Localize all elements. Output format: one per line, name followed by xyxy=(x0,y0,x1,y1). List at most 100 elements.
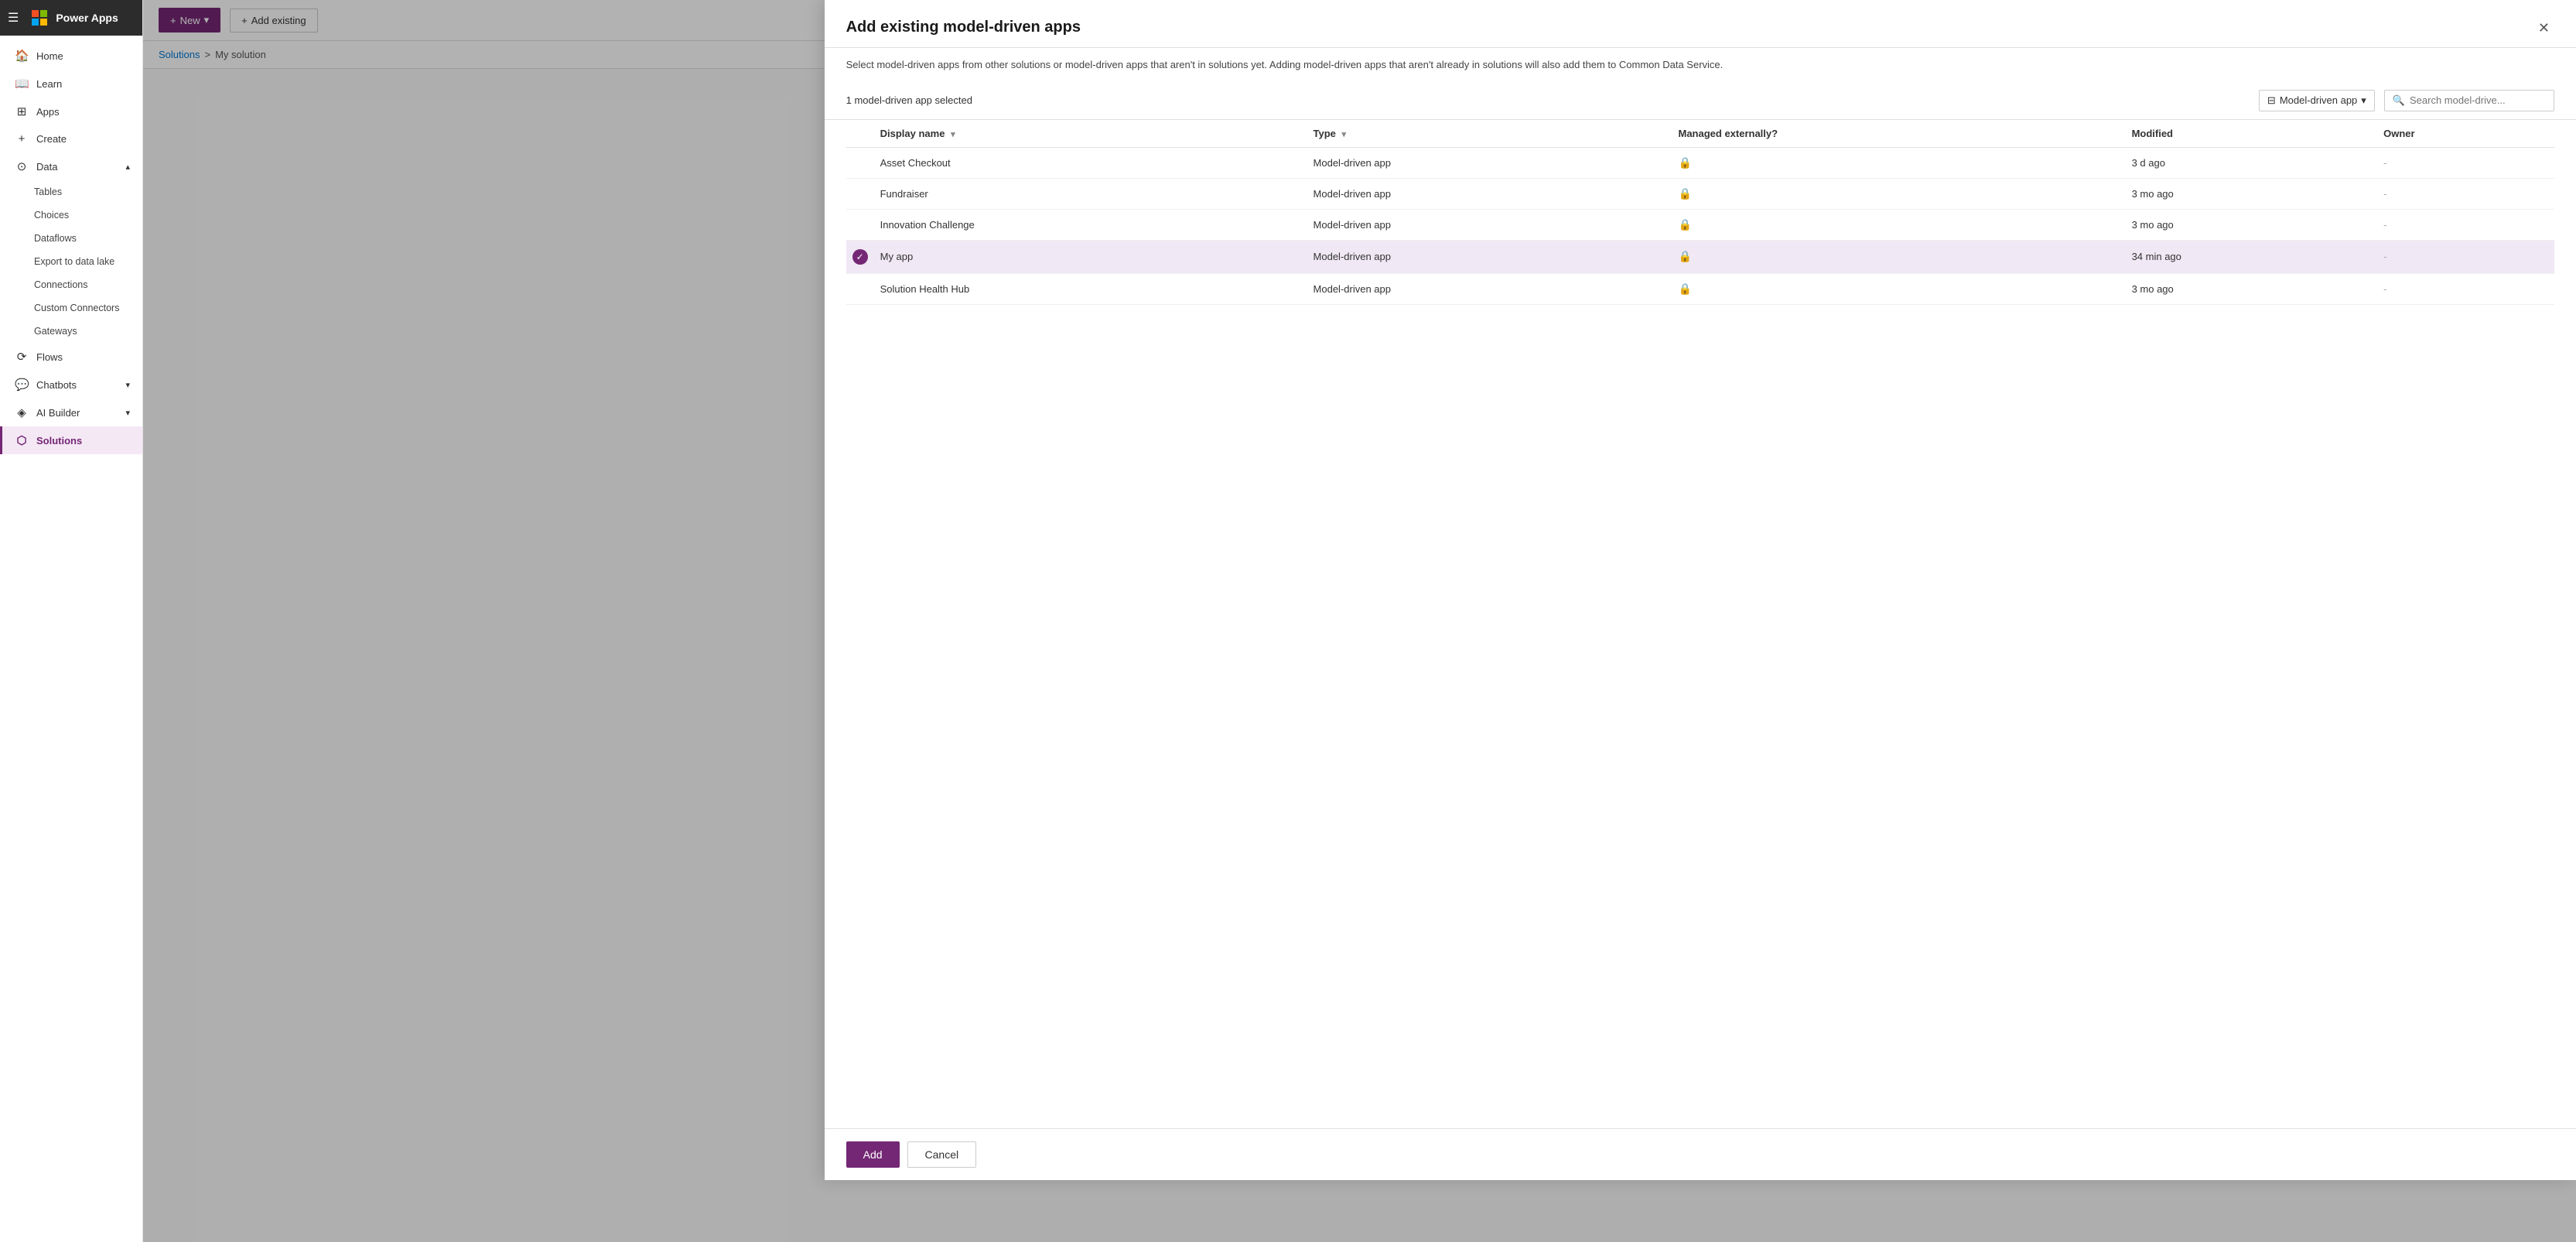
sidebar-item-home[interactable]: 🏠 Home xyxy=(0,42,142,70)
sidebar-item-label: Solutions xyxy=(36,435,82,447)
sidebar-item-data[interactable]: ⊙ Data ▴ xyxy=(0,152,142,180)
row-modified: 34 min ago xyxy=(2126,240,2378,273)
close-button[interactable]: ✕ xyxy=(2533,19,2554,38)
row-check-cell[interactable] xyxy=(846,147,874,178)
row-owner: - xyxy=(2377,178,2554,209)
sort-icon: ▾ xyxy=(1342,130,1347,139)
row-type: Model-driven app xyxy=(1307,178,1672,209)
sidebar-item-label: Export to data lake xyxy=(34,256,114,267)
col-display-name[interactable]: Display name ▾ xyxy=(874,120,1307,148)
sidebar-item-label: Data xyxy=(36,161,57,173)
row-check-cell[interactable] xyxy=(846,209,874,240)
row-managed: 🔒 xyxy=(1672,273,2125,304)
filter-icon: ⊟ xyxy=(2267,94,2276,107)
table-row[interactable]: FundraiserModel-driven app🔒3 mo ago- xyxy=(846,178,2554,209)
table-row[interactable]: Innovation ChallengeModel-driven app 🔒 3 m… xyxy=(846,209,2554,240)
learn-icon: 📖 xyxy=(15,77,29,91)
table-row[interactable]: Solution Health HubModel-driven app🔒3 mo… xyxy=(846,273,2554,304)
col-owner: Owner xyxy=(2377,120,2554,148)
row-owner: - xyxy=(2377,273,2554,304)
sidebar-item-export[interactable]: Export to data lake xyxy=(0,250,142,273)
sidebar-item-label: Dataflows xyxy=(34,233,77,244)
modal-description: Select model-driven apps from other solu… xyxy=(825,48,2576,82)
check-icon: ✓ xyxy=(852,249,868,265)
home-icon: 🏠 xyxy=(15,49,29,63)
sidebar-item-connections[interactable]: Connections xyxy=(0,273,142,296)
selected-count: 1 model-driven app selected xyxy=(846,94,972,106)
row-managed: 🔒 xyxy=(1672,147,2125,178)
sidebar-item-label: Gateways xyxy=(34,326,77,337)
row-name: Asset Checkout xyxy=(874,147,1307,178)
ai-builder-icon: ◈ xyxy=(15,405,29,419)
row-check-cell[interactable] xyxy=(846,273,874,304)
sidebar-item-solutions[interactable]: ⬡ Solutions xyxy=(0,426,142,454)
row-check-cell[interactable] xyxy=(846,178,874,209)
sidebar-item-flows[interactable]: ⟳ Flows xyxy=(0,343,142,371)
table-row[interactable]: Asset CheckoutModel-driven app🔒3 d ago- xyxy=(846,147,2554,178)
row-name: Innovation Challenge xyxy=(874,209,1307,240)
cancel-button[interactable]: Cancel xyxy=(907,1141,977,1168)
table-row[interactable]: ✓My appModel-driven app🔒34 min ago- xyxy=(846,240,2554,273)
row-modified: 3 mo ago xyxy=(2126,273,2378,304)
filter-button[interactable]: ⊟ Model-driven app ▾ xyxy=(2259,90,2375,111)
sidebar-item-label: Chatbots xyxy=(36,379,77,391)
row-type: Model-driven app xyxy=(1307,147,1672,178)
row-name: My app xyxy=(874,240,1307,273)
sidebar-item-tables[interactable]: Tables xyxy=(0,180,142,204)
filter-label: Model-driven app xyxy=(2280,94,2357,106)
app-name: Power Apps xyxy=(56,12,118,24)
sidebar-item-custom-connectors[interactable]: Custom Connectors xyxy=(0,296,142,320)
sidebar-item-label: AI Builder xyxy=(36,407,80,419)
toolbar-right: ⊟ Model-driven app ▾ 🔍 xyxy=(2259,90,2554,111)
sidebar: ☰ Power Apps 🏠 Home 📖 Learn ⊞ Apps + Cre… xyxy=(0,0,143,1242)
lock-icon: 🔒 xyxy=(1678,187,1691,200)
row-managed: 🔒 xyxy=(1672,178,2125,209)
row-modified: 3 d ago xyxy=(2126,147,2378,178)
col-managed: Managed externally? xyxy=(1672,120,2125,148)
modal-toolbar: 1 model-driven app selected ⊟ Model-driv… xyxy=(825,82,2576,120)
sidebar-item-create[interactable]: + Create xyxy=(0,125,142,152)
search-icon: 🔍 xyxy=(2393,94,2405,107)
row-name: Fundraiser xyxy=(874,178,1307,209)
chevron-up-icon: ▴ xyxy=(125,162,130,172)
sidebar-item-chatbots[interactable]: 💬 Chatbots ▾ xyxy=(0,371,142,399)
col-type[interactable]: Type ▾ xyxy=(1307,120,1672,148)
modal-title: Add existing model-driven apps xyxy=(846,19,1081,36)
chevron-down-icon: ▾ xyxy=(2361,94,2366,107)
modal-table: Display name ▾ Type ▾ Managed externally… xyxy=(825,120,2576,1128)
apps-icon: ⊞ xyxy=(15,104,29,118)
chevron-down-icon: ▾ xyxy=(125,408,130,418)
sidebar-item-gateways[interactable]: Gateways xyxy=(0,320,142,343)
sidebar-item-label: Create xyxy=(36,133,67,145)
sidebar-item-label: Tables xyxy=(34,186,62,197)
sidebar-item-learn[interactable]: 📖 Learn xyxy=(0,70,142,98)
lock-icon: 🔒 xyxy=(1678,218,1691,231)
add-model-driven-apps-modal: Add existing model-driven apps ✕ Select … xyxy=(825,0,2576,1180)
hamburger-icon[interactable]: ☰ xyxy=(8,10,19,26)
sidebar-item-ai-builder[interactable]: ◈ AI Builder ▾ xyxy=(0,399,142,426)
sidebar-item-apps[interactable]: ⊞ Apps xyxy=(0,98,142,125)
data-icon: ⊙ xyxy=(15,159,29,173)
row-check-cell[interactable]: ✓ xyxy=(846,240,874,273)
sidebar-item-dataflows[interactable]: Dataflows xyxy=(0,227,142,250)
row-owner: - xyxy=(2377,209,2554,240)
add-button[interactable]: Add xyxy=(846,1141,900,1168)
microsoft-logo xyxy=(31,9,48,26)
row-modified: 3 mo ago xyxy=(2126,209,2378,240)
modal-header: Add existing model-driven apps ✕ xyxy=(825,0,2576,48)
create-icon: + xyxy=(15,132,29,145)
search-input[interactable] xyxy=(2410,94,2546,106)
chatbots-icon: 💬 xyxy=(15,378,29,392)
sidebar-item-label: Apps xyxy=(36,106,60,118)
lock-icon: 🔒 xyxy=(1678,282,1691,295)
sort-icon: ▾ xyxy=(951,130,955,139)
modal-footer: Add Cancel xyxy=(825,1128,2576,1180)
sidebar-item-choices[interactable]: Choices xyxy=(0,204,142,227)
row-type: Model-driven app xyxy=(1307,209,1672,240)
flows-icon: ⟳ xyxy=(15,350,29,364)
sidebar-item-label: Home xyxy=(36,50,63,62)
sidebar-item-label: Custom Connectors xyxy=(34,303,119,313)
solutions-icon: ⬡ xyxy=(15,433,29,447)
row-name: Solution Health Hub xyxy=(874,273,1307,304)
row-managed: 🔒 xyxy=(1672,240,2125,273)
